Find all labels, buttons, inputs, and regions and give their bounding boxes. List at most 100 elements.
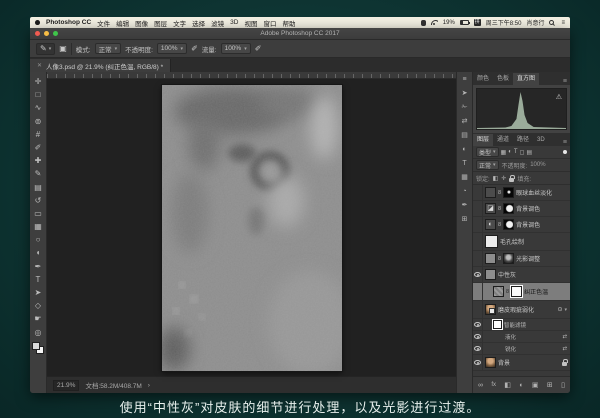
pen-tool-icon[interactable]: ✒	[32, 260, 45, 273]
visibility-toggle[interactable]	[473, 185, 483, 200]
brush-panel-toggle-icon[interactable]: ▣	[59, 44, 67, 53]
menu-item-layer[interactable]: 图层	[154, 18, 167, 28]
panel-menu-icon[interactable]: ≡	[560, 139, 570, 146]
lock-position-icon[interactable]: ✛	[501, 175, 506, 182]
panel-menu-icon[interactable]: ≡	[560, 78, 570, 85]
visibility-toggle[interactable]	[473, 331, 483, 342]
notification-icon[interactable]	[421, 20, 426, 26]
document-tab[interactable]: ✕ 人像3.psd @ 21.9% (纠正色温, RGB/8) *	[30, 59, 171, 72]
layer-row-selected[interactable]: 8 纠正色温	[473, 283, 570, 301]
layer-name[interactable]: 眼球血丝淡化	[516, 188, 552, 197]
marquee-tool-icon[interactable]: □	[32, 88, 45, 101]
smart-filter-item[interactable]: 锐化 ⇄	[473, 343, 570, 355]
visibility-toggle[interactable]	[473, 251, 483, 266]
filter-blend-options-icon[interactable]: ⇄	[562, 334, 567, 340]
smart-object-thumbnail[interactable]	[485, 304, 496, 315]
layer-mask-thumbnail[interactable]	[503, 203, 514, 214]
filter-shape-icon[interactable]: ◻	[520, 149, 525, 156]
menu-item-image[interactable]: 图像	[135, 18, 148, 28]
group-thumbnail[interactable]	[485, 269, 496, 280]
blend-mode-select[interactable]: 正常 ▾	[95, 43, 122, 54]
filter-name[interactable]: 液化	[505, 333, 516, 341]
pressure-opacity-icon[interactable]: ✐	[191, 44, 198, 53]
layer-name[interactable]: 毛孔绘制	[500, 237, 524, 246]
properties-panel-icon[interactable]: ≡	[462, 76, 466, 84]
menu-item-select[interactable]: 选择	[192, 18, 205, 28]
lasso-tool-icon[interactable]: ∿	[32, 101, 45, 114]
smart-filters-row[interactable]: 智能滤镜	[473, 319, 570, 331]
eyedropper-tool-icon[interactable]: ✐	[32, 141, 45, 154]
layer-name[interactable]: 背景	[498, 358, 510, 367]
clone-stamp-tool-icon[interactable]: ▤	[32, 181, 45, 194]
notification-center-icon[interactable]: ≡	[561, 20, 565, 26]
tab-color[interactable]: 颜色	[473, 73, 493, 85]
spotlight-search-icon[interactable]	[549, 20, 554, 25]
collapse-filters-icon[interactable]: ▾	[564, 307, 567, 313]
layer-name[interactable]: 光影调整	[516, 254, 540, 263]
canvas-image[interactable]	[162, 85, 342, 371]
styles-panel-icon[interactable]: ▦	[461, 174, 468, 182]
visibility-toggle[interactable]	[473, 267, 483, 282]
visibility-toggle[interactable]	[473, 355, 483, 370]
apple-menu-icon[interactable]	[35, 20, 40, 25]
clock-text[interactable]: 周三下午8:50	[486, 18, 522, 27]
path-select-tool-icon[interactable]: ➤	[32, 286, 45, 299]
menu-item-type[interactable]: 文字	[173, 18, 186, 28]
layer-row[interactable]: 8 眼球血丝淡化	[473, 185, 570, 201]
visibility-toggle[interactable]	[473, 343, 483, 354]
lock-pixels-icon[interactable]: ◧	[493, 175, 499, 182]
new-layer-icon[interactable]: ⊞	[547, 381, 553, 389]
layer-name[interactable]: 中性灰	[498, 270, 516, 279]
close-tab-icon[interactable]: ✕	[37, 62, 42, 69]
menu-item-edit[interactable]: 编辑	[116, 18, 129, 28]
add-mask-icon[interactable]: ◧	[504, 381, 511, 389]
menu-item-app[interactable]: Photoshop CC	[46, 19, 91, 26]
tab-layers[interactable]: 图层	[473, 134, 493, 146]
brush-tool-icon[interactable]: ✎	[32, 167, 45, 180]
layer-mask-thumbnail[interactable]	[511, 286, 522, 297]
visibility-toggle[interactable]	[473, 301, 483, 318]
visibility-toggle[interactable]	[473, 233, 483, 250]
tab-swatches[interactable]: 色板	[493, 73, 513, 85]
tab-paths[interactable]: 路径	[513, 134, 533, 146]
move-tool-icon[interactable]: ✛	[32, 75, 45, 88]
tab-channels[interactable]: 通道	[493, 134, 513, 146]
menu-item-file[interactable]: 文件	[97, 18, 110, 28]
status-chevron-icon[interactable]: ›	[148, 382, 150, 389]
menu-item-3d[interactable]: 3D	[230, 19, 238, 26]
layer-thumbnail[interactable]	[493, 286, 504, 297]
zoom-tool-icon[interactable]: ◎	[32, 326, 45, 339]
smart-filters-label[interactable]: 智能滤镜	[504, 321, 526, 329]
foreground-color-swatch[interactable]	[32, 342, 40, 350]
info-panel-icon[interactable]: ▤	[461, 132, 468, 140]
layer-style-icon[interactable]: fx	[491, 382, 496, 388]
layer-row[interactable]: 8 光影调整	[473, 251, 570, 267]
flow-select[interactable]: 100% ▾	[221, 43, 251, 54]
adjustments-panel-icon[interactable]: ◐	[462, 146, 466, 154]
layer-name[interactable]: 磨皮瑕疵弱化	[498, 305, 534, 314]
color-swatches[interactable]	[32, 342, 44, 354]
filter-blend-options-icon[interactable]: ⇄	[562, 346, 567, 352]
blur-tool-icon[interactable]: ○	[32, 233, 45, 246]
tab-histogram[interactable]: 直方图	[513, 73, 539, 85]
navigator-panel-icon[interactable]: ◔	[462, 188, 466, 196]
history-brush-tool-icon[interactable]: ↺	[32, 194, 45, 207]
filter-type-icon[interactable]: T	[514, 149, 518, 155]
type-tool-icon[interactable]: T	[32, 273, 45, 286]
dodge-tool-icon[interactable]: ◖	[32, 246, 45, 259]
new-adjustment-icon[interactable]: ◐	[519, 382, 523, 389]
quick-selection-tool-icon[interactable]: ⊚	[32, 115, 45, 128]
actions-panel-icon[interactable]: ➤	[462, 90, 468, 98]
layer-mask-thumbnail[interactable]	[503, 187, 514, 198]
filter-pixel-icon[interactable]: ▦	[501, 149, 507, 156]
gradient-tool-icon[interactable]: ▦	[32, 220, 45, 233]
tool-preset-picker[interactable]: ✎ ▾	[36, 43, 55, 55]
history-panel-icon[interactable]: ⇄	[462, 118, 468, 126]
link-layers-icon[interactable]: ∞	[478, 382, 483, 389]
layer-thumbnail[interactable]	[485, 235, 498, 248]
eraser-tool-icon[interactable]: ▭	[32, 207, 45, 220]
menu-item-filter[interactable]: 滤镜	[211, 18, 224, 28]
delete-layer-icon[interactable]: ▯	[561, 381, 565, 389]
lock-all-icon[interactable]	[509, 178, 514, 182]
layer-name[interactable]: 背景调色	[516, 220, 540, 229]
